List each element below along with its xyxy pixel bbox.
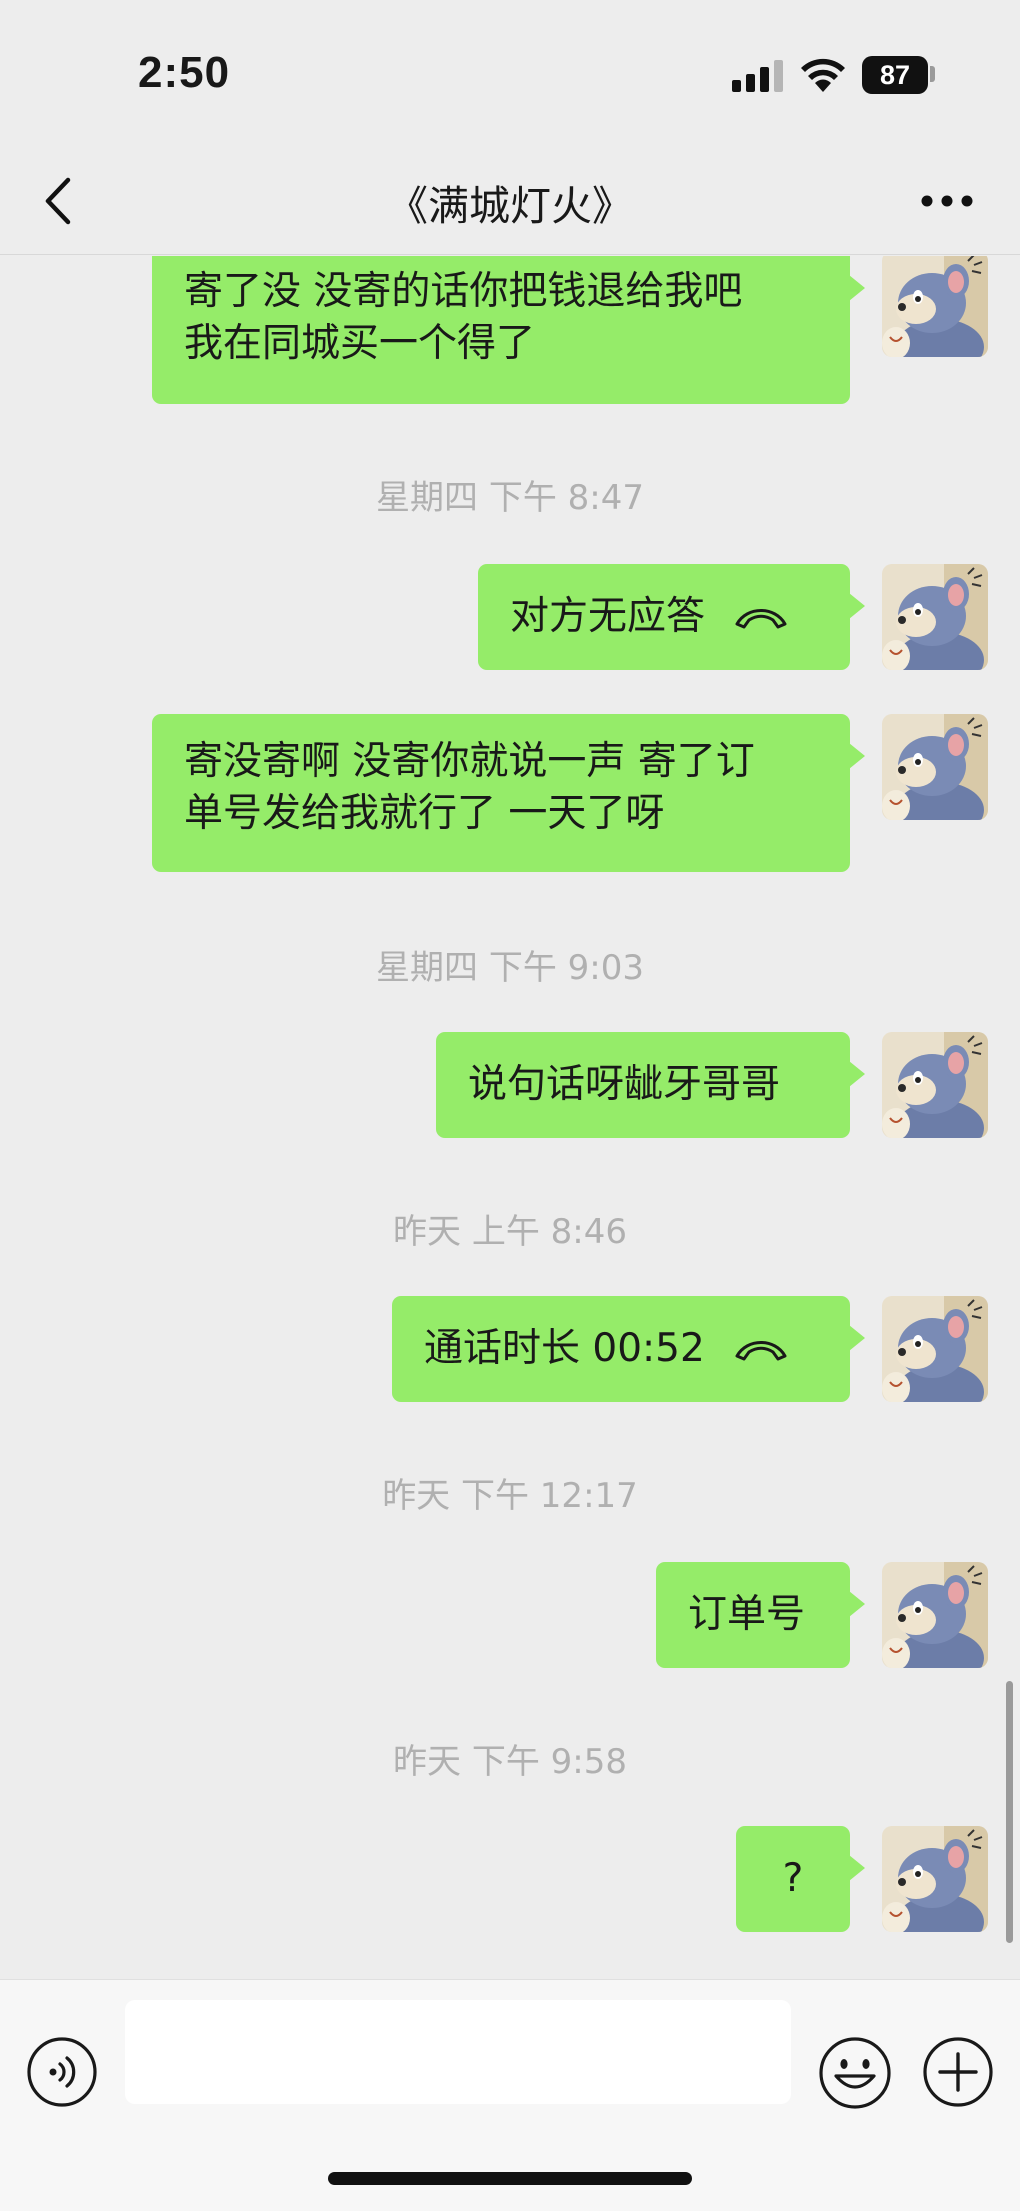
avatar-image xyxy=(882,256,988,357)
avatar-image xyxy=(882,1296,988,1402)
message-text: 寄没寄啊 没寄你就说一声 寄了订 单号发给我就行了 一天了呀 xyxy=(184,739,755,836)
timestamp: 昨天 上午 8:46 xyxy=(393,1212,627,1252)
status-time: 2:50 xyxy=(138,48,231,97)
avatar[interactable] xyxy=(882,714,988,820)
cellular-signal-icon xyxy=(732,60,783,92)
avatar-image xyxy=(882,1032,988,1138)
message-text: ? xyxy=(782,1856,804,1901)
message-text: 对方无应答 xyxy=(510,594,706,639)
call-icon xyxy=(735,609,787,629)
avatar[interactable] xyxy=(882,1032,988,1138)
chat-title: 《满城灯火》 xyxy=(387,182,633,230)
more-options-icon[interactable] xyxy=(920,186,974,216)
message-bubble[interactable]: 寄没寄啊 没寄你就说一声 寄了订 单号发给我就行了 一天了呀 xyxy=(152,714,865,872)
timestamp: 星期四 下午 9:03 xyxy=(376,948,644,988)
wifi-icon xyxy=(801,58,845,92)
message-text: 寄了没 没寄的话你把钱退给我吧 我在同城买一个得了 xyxy=(184,269,743,366)
avatar-image xyxy=(882,564,988,670)
timestamp: 星期四 下午 8:47 xyxy=(376,478,644,518)
avatar[interactable] xyxy=(882,256,988,357)
battery-indicator: 87 xyxy=(862,56,928,94)
avatar[interactable] xyxy=(882,1826,988,1932)
message-bubble[interactable]: 说句话呀龇牙哥哥 xyxy=(436,1032,865,1138)
timestamp: 昨天 下午 12:17 xyxy=(382,1476,638,1516)
chat-message-list[interactable]: 寄了没 没寄的话你把钱退给我吧 我在同城买一个得了 星期四 下午 8:47 对方… xyxy=(0,256,1020,1978)
scrollbar[interactable] xyxy=(1006,1681,1013,1943)
message-bubble[interactable]: 寄了没 没寄的话你把钱退给我吧 我在同城买一个得了 xyxy=(152,256,865,404)
call-icon xyxy=(735,1341,787,1361)
message-text: 说句话呀龇牙哥哥 xyxy=(468,1062,781,1107)
avatar[interactable] xyxy=(882,1296,988,1402)
message-bubble[interactable]: 订单号 xyxy=(656,1562,865,1668)
call-record-bubble[interactable]: 通话时长 00:52 xyxy=(392,1296,865,1402)
avatar[interactable] xyxy=(882,564,988,670)
message-bubble[interactable]: ? xyxy=(736,1826,865,1932)
plus-icon[interactable] xyxy=(922,2036,994,2108)
message-input[interactable] xyxy=(125,2000,791,2104)
call-record-bubble[interactable]: 对方无应答 xyxy=(478,564,865,670)
message-text: 通话时长 00:52 xyxy=(424,1326,705,1371)
timestamp: 昨天 下午 9:58 xyxy=(393,1742,627,1782)
avatar-image xyxy=(882,1562,988,1668)
nav-bar: 《满城灯火》 xyxy=(0,150,1020,255)
voice-input-icon[interactable] xyxy=(26,2036,98,2108)
emoji-icon[interactable] xyxy=(818,2036,892,2110)
avatar[interactable] xyxy=(882,1562,988,1668)
avatar-image xyxy=(882,714,988,820)
avatar-image xyxy=(882,1826,988,1932)
home-indicator[interactable] xyxy=(328,2172,692,2185)
battery-nub xyxy=(930,66,935,82)
status-bar: 2:50 87 xyxy=(0,0,1020,150)
message-text: 订单号 xyxy=(688,1592,806,1637)
